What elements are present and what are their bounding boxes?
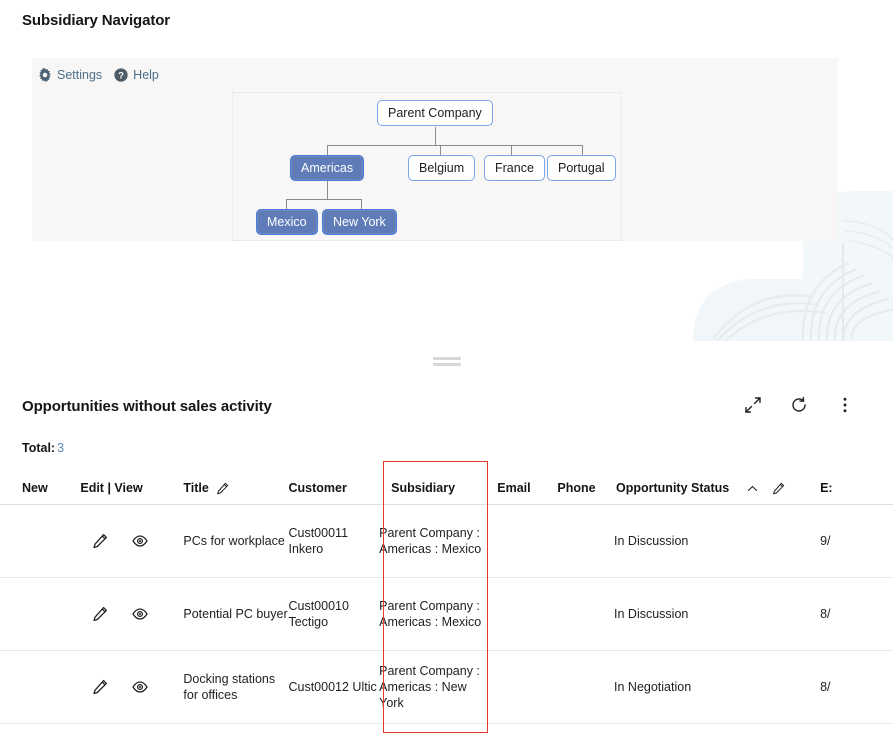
- column-header-edit-view[interactable]: Edit | View: [80, 475, 184, 505]
- pencil-icon[interactable]: [216, 482, 229, 495]
- cell-expected: 9/: [820, 504, 893, 578]
- eye-icon[interactable]: [132, 606, 149, 622]
- eye-icon[interactable]: [132, 533, 149, 549]
- tree-node-portugal[interactable]: Portugal: [547, 155, 616, 181]
- question-circle-icon: ?: [114, 68, 128, 82]
- cell-phone: [557, 650, 615, 724]
- cell-status: In Negotiation: [614, 650, 821, 724]
- cell-title: Docking stations for offices: [183, 650, 289, 724]
- drag-handle-icon[interactable]: [432, 357, 461, 366]
- gear-icon: [38, 68, 52, 82]
- column-label: Opportunity Status: [616, 481, 730, 495]
- table-row[interactable]: PCs for workplace Cust00011 Inkero Paren…: [0, 504, 893, 578]
- settings-link[interactable]: Settings: [38, 68, 102, 82]
- tree-node-new-york[interactable]: New York: [322, 209, 397, 235]
- tree-node-label: Mexico: [267, 215, 307, 229]
- column-header-opportunity-status[interactable]: Opportunity Status: [614, 475, 821, 505]
- tree-node-label: Belgium: [419, 161, 465, 175]
- column-header-email[interactable]: Email: [485, 475, 558, 505]
- column-header-new[interactable]: New: [0, 475, 81, 505]
- table-row[interactable]: Docking stations for offices Cust00012 U…: [0, 650, 893, 724]
- column-header-customer[interactable]: Customer: [288, 475, 380, 505]
- cell-email: [485, 504, 558, 578]
- cell-subsidiary: Parent Company : Americas : Mexico: [379, 577, 486, 651]
- tree-node-label: New York: [333, 215, 386, 229]
- help-link[interactable]: ? Help: [114, 68, 159, 82]
- column-header-expected[interactable]: E:: [820, 475, 893, 505]
- cell-customer[interactable]: Cust00012 Ultic: [288, 650, 380, 724]
- expand-icon[interactable]: [743, 395, 763, 415]
- cell-status: In Discussion: [614, 504, 821, 578]
- settings-label: Settings: [57, 68, 103, 82]
- cell-status: In Discussion: [614, 577, 821, 651]
- svg-text:?: ?: [118, 71, 124, 82]
- table-panel-actions: [743, 395, 855, 415]
- total-label: Total:: [22, 441, 56, 455]
- column-label: Customer: [288, 481, 347, 495]
- column-label: Edit | View: [80, 481, 143, 495]
- column-label: New: [22, 481, 48, 495]
- navigator-gadget-body: Settings ? Help: [32, 58, 838, 241]
- panel-splitter[interactable]: [0, 349, 893, 381]
- cell-expected: 8/: [820, 577, 893, 651]
- pencil-icon[interactable]: [92, 606, 108, 622]
- cell-title: Potential PC buyer: [183, 577, 289, 651]
- chevron-up-icon[interactable]: [746, 482, 759, 495]
- opportunities-table: New Edit | View Title Customer Subsidiar…: [0, 475, 893, 724]
- column-header-title[interactable]: Title: [183, 475, 289, 505]
- column-label: E:: [820, 481, 833, 495]
- gadget-toolbar: Settings ? Help: [32, 58, 159, 92]
- column-label: Title: [183, 481, 209, 495]
- subsidiary-navigator-panel: Subsidiary Navigator Settings ? Help Par…: [0, 0, 893, 349]
- tree-node-label: Parent Company: [388, 106, 482, 120]
- cell-expected: 8/: [820, 650, 893, 724]
- page-title: Subsidiary Navigator: [22, 12, 171, 29]
- cell-new: [0, 650, 81, 724]
- pencil-icon[interactable]: [772, 482, 785, 495]
- cell-customer[interactable]: Cust00010 Tectigo: [288, 577, 380, 651]
- tree-node-label: Americas: [301, 161, 354, 175]
- tree-node-france[interactable]: France: [484, 155, 545, 181]
- cell-email: [485, 577, 558, 651]
- app-root: Subsidiary Navigator Settings ? Help Par…: [0, 0, 893, 740]
- cell-edit-view: [80, 577, 184, 651]
- cell-phone: [557, 504, 615, 578]
- tree-node-mexico[interactable]: Mexico: [256, 209, 318, 235]
- table-row[interactable]: Potential PC buyer Cust00010 Tectigo Par…: [0, 577, 893, 651]
- total-count: Total: 3: [22, 441, 64, 455]
- tree-node-label: France: [495, 161, 534, 175]
- pencil-icon[interactable]: [92, 533, 108, 549]
- table-panel-title: Opportunities without sales activity: [22, 398, 272, 415]
- column-label: Email: [497, 481, 531, 495]
- refresh-icon[interactable]: [789, 395, 809, 415]
- cell-subsidiary: Parent Company : Americas : Mexico: [379, 504, 486, 578]
- more-options-icon[interactable]: [835, 395, 855, 415]
- tree-node-americas[interactable]: Americas: [290, 155, 365, 181]
- cell-new: [0, 577, 81, 651]
- tree-node-label: Portugal: [558, 161, 605, 175]
- total-value: 3: [57, 441, 65, 455]
- cell-customer[interactable]: Cust00011 Inkero: [288, 504, 380, 578]
- cell-subsidiary: Parent Company : Americas : New York: [379, 650, 486, 724]
- opportunities-panel: Opportunities without sales activity Tot…: [0, 381, 893, 740]
- cell-title: PCs for workplace: [183, 504, 289, 578]
- cell-edit-view: [80, 650, 184, 724]
- column-header-subsidiary[interactable]: Subsidiary: [379, 475, 486, 505]
- column-label: Phone: [557, 481, 596, 495]
- help-label: Help: [133, 68, 159, 82]
- eye-icon[interactable]: [132, 679, 149, 695]
- column-header-phone[interactable]: Phone: [557, 475, 615, 505]
- cell-phone: [557, 577, 615, 651]
- tree-node-parent-company[interactable]: Parent Company: [377, 100, 493, 126]
- cell-edit-view: [80, 504, 184, 578]
- column-label: Subsidiary: [391, 481, 456, 495]
- cell-new: [0, 504, 81, 578]
- cell-email: [485, 650, 558, 724]
- table-header-row: New Edit | View Title Customer Subsidiar…: [0, 475, 893, 505]
- tree-node-belgium[interactable]: Belgium: [408, 155, 476, 181]
- pencil-icon[interactable]: [92, 679, 108, 695]
